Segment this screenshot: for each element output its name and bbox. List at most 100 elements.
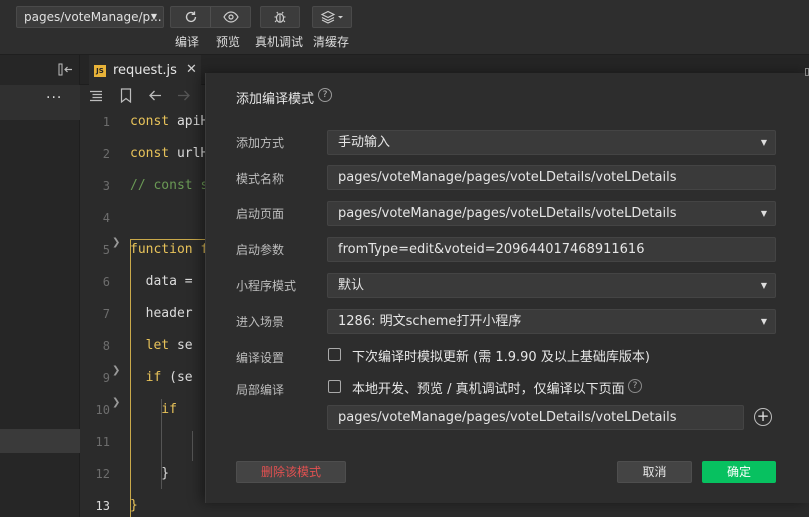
compile-label: 编译 <box>175 35 200 49</box>
top-toolbar: pages/voteManage/p... ▼ 编译 预览 真机调试 清缓存 <box>0 0 809 55</box>
js-file-icon: JS <box>94 65 106 77</box>
page-select-dropdown[interactable]: pages/voteManage/p... ▼ <box>16 6 164 28</box>
line-number: 5 <box>102 243 110 257</box>
cancel-button[interactable]: 取消 <box>617 461 692 483</box>
simulate-update-text: 下次编译时模拟更新 (需 1.9.90 及以上基础库版本) <box>352 350 650 365</box>
refresh-icon <box>185 11 196 23</box>
line-number: 1 <box>102 115 110 129</box>
indent-guide <box>192 431 193 461</box>
code-line: data = <box>130 274 193 289</box>
line-number: 12 <box>95 467 110 481</box>
delete-mode-button[interactable]: 删除该模式 <box>236 461 346 483</box>
code-line: const apiH <box>130 114 208 129</box>
code-line: if <box>130 402 177 417</box>
clear-cache-group <box>312 6 352 28</box>
mp-mode-value: 默认 <box>338 278 365 293</box>
partial-page-value: pages/voteManage/pages/voteLDetails/vote… <box>338 410 677 425</box>
tab-request-js[interactable]: JS request.js ✕ <box>89 55 201 85</box>
line-number: 10 <box>95 403 110 417</box>
chevron-down-icon: ▼ <box>150 12 157 21</box>
dialog-title: 添加编译模式 <box>236 92 315 107</box>
code-text: se <box>169 338 193 353</box>
mp-mode-select[interactable]: 默认 ▼ <box>327 273 776 298</box>
layers-icon <box>320 10 343 24</box>
mode-name-label: 模式名称 <box>236 172 285 186</box>
code-area[interactable]: const apiH const urlH // const s functio… <box>130 109 210 517</box>
explorer-header <box>0 55 80 85</box>
add-page-icon[interactable]: + <box>754 408 772 426</box>
fold-chevron-icon[interactable]: ❯ <box>112 237 120 248</box>
back-arrow-icon[interactable] <box>148 89 162 102</box>
eye-icon <box>223 11 239 23</box>
line-number: 9 <box>102 371 110 385</box>
mode-name-input[interactable]: pages/voteManage/pages/voteLDetails/vote… <box>327 165 776 190</box>
start-page-value: pages/voteManage/pages/voteLDetails/vote… <box>338 206 677 221</box>
bookmark-icon[interactable] <box>120 88 132 103</box>
line-number-current: 13 <box>95 499 110 513</box>
remote-debug-button[interactable] <box>261 7 299 27</box>
editor-toolbar <box>80 85 210 109</box>
code-line: if (se <box>130 370 193 385</box>
code-line: function f <box>130 242 208 257</box>
code-keyword: let <box>130 338 170 353</box>
code-text: apiH <box>169 114 209 129</box>
partial-compile-text: 本地开发、预览 / 真机调试时，仅编译以下页面 <box>352 382 625 397</box>
help-icon[interactable]: ? <box>318 88 332 102</box>
more-options-icon[interactable]: ··· <box>46 90 62 106</box>
selected-file-row[interactable] <box>0 429 80 453</box>
help-icon[interactable]: ? <box>628 379 642 393</box>
code-line: } <box>130 498 138 513</box>
partial-page-input[interactable]: pages/voteManage/pages/voteLDetails/vote… <box>327 405 744 430</box>
remote-debug-label: 真机调试 <box>255 35 304 49</box>
outline-icon[interactable] <box>89 90 103 102</box>
code-keyword: const <box>130 114 170 129</box>
line-number: 2 <box>102 147 110 161</box>
preview-label: 预览 <box>216 35 241 49</box>
code-line: let se <box>130 338 193 353</box>
close-icon[interactable]: ✕ <box>186 62 197 77</box>
ide-window: pages/voteManage/p... ▼ 编译 预览 真机调试 清缓存 ·… <box>0 0 809 517</box>
start-params-value: fromType=edit&voteid=209644017468911616 <box>338 242 645 257</box>
window-edge-icon <box>805 68 809 76</box>
code-comment: // const s <box>130 178 209 193</box>
line-number: 7 <box>102 307 110 321</box>
clear-cache-label: 清缓存 <box>313 35 350 49</box>
collapse-panel-icon[interactable] <box>58 63 74 76</box>
confirm-button[interactable]: 确定 <box>702 461 776 483</box>
line-number: 4 <box>102 211 110 225</box>
clear-cache-button[interactable] <box>313 7 351 27</box>
compile-preview-group <box>170 6 251 28</box>
compile-button[interactable] <box>171 7 210 27</box>
start-page-select[interactable]: pages/voteManage/pages/voteLDetails/vote… <box>327 201 776 226</box>
code-line: header <box>130 306 193 321</box>
simulate-update-checkbox[interactable] <box>328 348 341 361</box>
file-explorer-panel: ··· <box>0 55 80 517</box>
code-line: const urlH <box>130 146 208 161</box>
fold-chevron-icon[interactable]: ❯ <box>112 397 120 408</box>
add-compile-mode-dialog: 添加编译模式 ? 添加方式 手动输入 ▼ 模式名称 pages/voteMana… <box>205 73 809 503</box>
code-text: (se <box>161 370 193 385</box>
code-keyword: if <box>130 370 162 385</box>
chevron-down-icon: ▼ <box>760 317 767 326</box>
scene-value: 1286: 明文scheme打开小程序 <box>338 314 522 329</box>
scope-highlight-top <box>130 239 210 240</box>
scene-label: 进入场景 <box>236 315 285 329</box>
line-number: 3 <box>102 179 110 193</box>
scene-select[interactable]: 1286: 明文scheme打开小程序 ▼ <box>327 309 776 334</box>
line-number-gutter: 1 2 3 4 5 6 7 8 9 10 11 12 13 ❯ ❯ ❯ <box>80 109 128 517</box>
add-mode-value: 手动输入 <box>338 135 391 150</box>
line-number: 8 <box>102 339 110 353</box>
mode-name-value: pages/voteManage/pages/voteLDetails/vote… <box>338 170 677 185</box>
add-mode-select[interactable]: 手动输入 ▼ <box>327 130 776 155</box>
line-number: 6 <box>102 275 110 289</box>
partial-compile-checkbox[interactable] <box>328 380 341 393</box>
tab-label: request.js <box>113 63 177 78</box>
forward-arrow-icon[interactable] <box>177 89 191 102</box>
code-text: urlH <box>169 146 209 161</box>
code-keyword: const <box>130 146 170 161</box>
remote-debug-group <box>260 6 300 28</box>
fold-chevron-icon[interactable]: ❯ <box>112 365 120 376</box>
partial-compile-label: 局部编译 <box>236 383 285 397</box>
start-params-input[interactable]: fromType=edit&voteid=209644017468911616 <box>327 237 776 262</box>
preview-button[interactable] <box>211 7 251 27</box>
